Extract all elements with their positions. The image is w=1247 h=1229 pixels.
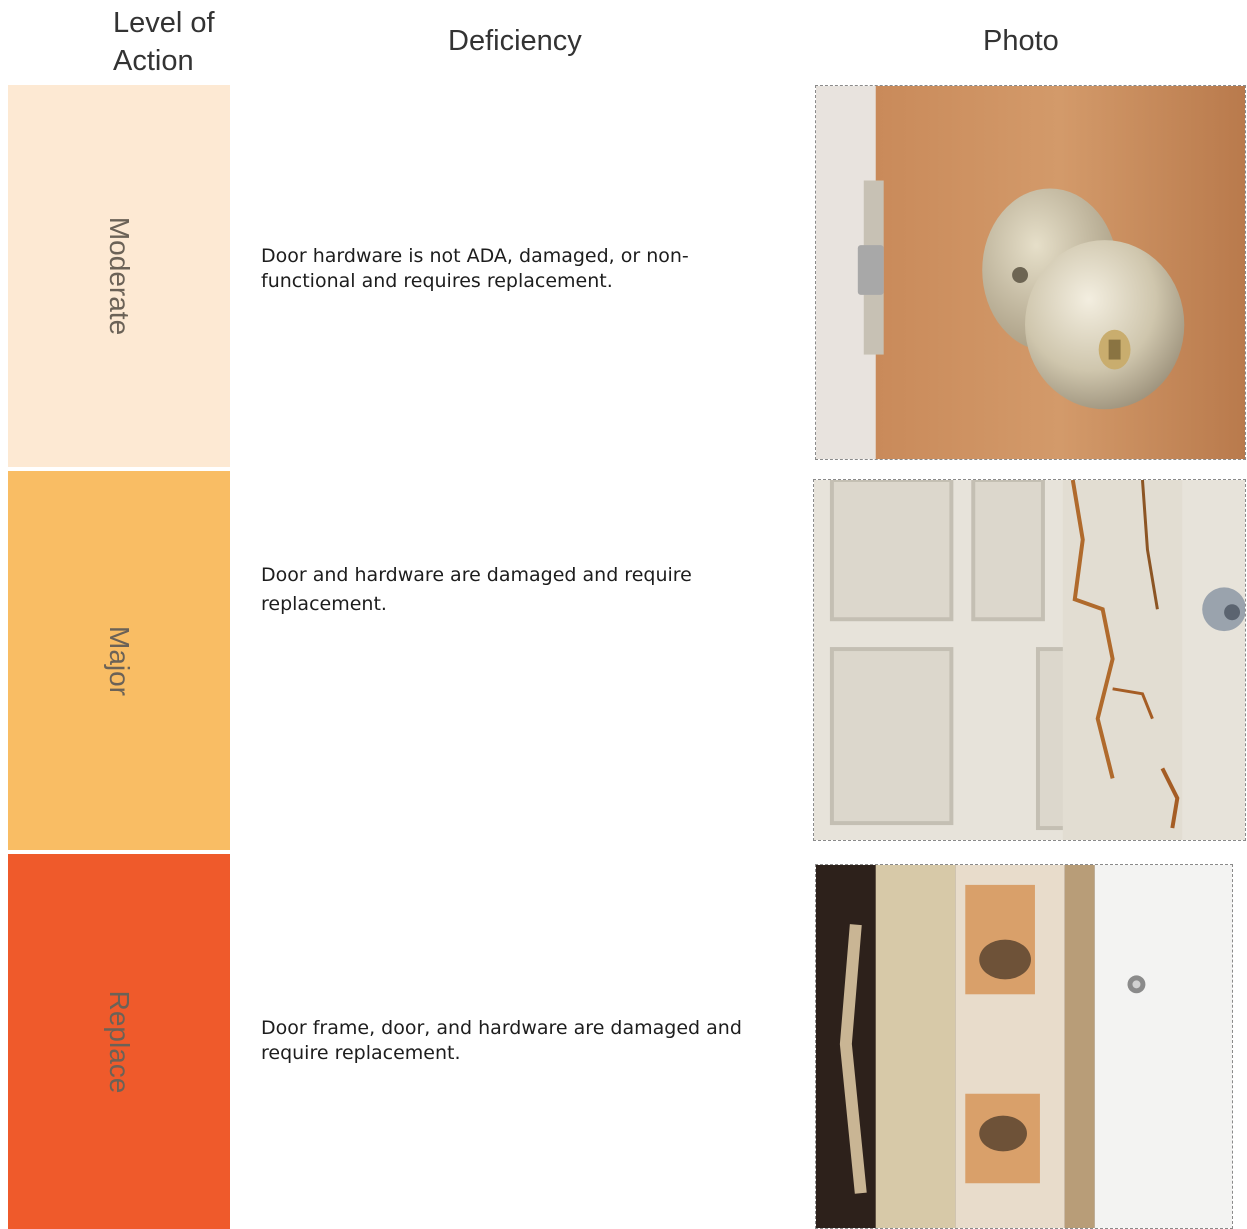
photo-damaged-frame bbox=[815, 864, 1233, 1229]
deficiency-text: Door hardware is not ADA, damaged, or no… bbox=[261, 245, 689, 292]
level-cell-replace: Replace bbox=[8, 854, 230, 1229]
header-photo: Photo bbox=[983, 25, 1059, 57]
header-level-of-action: Level of Action bbox=[113, 7, 215, 77]
damaged-door-image bbox=[814, 480, 1245, 840]
door-knob-image bbox=[816, 86, 1245, 459]
level-label: Replace bbox=[104, 990, 135, 1093]
level-label: Moderate bbox=[104, 216, 135, 336]
header-deficiency: Deficiency bbox=[448, 25, 582, 57]
photo-door-knob bbox=[815, 85, 1246, 460]
damaged-frame-image bbox=[816, 865, 1232, 1228]
photo-damaged-door bbox=[813, 479, 1246, 841]
deficiency-text: Door frame, door, and hardware are damag… bbox=[261, 1017, 742, 1064]
level-label: Major bbox=[104, 625, 135, 696]
deficiency-text: Door and hardware are damaged and requir… bbox=[261, 564, 692, 615]
level-cell-major: Major bbox=[8, 471, 230, 850]
level-cell-moderate: Moderate bbox=[8, 85, 230, 467]
